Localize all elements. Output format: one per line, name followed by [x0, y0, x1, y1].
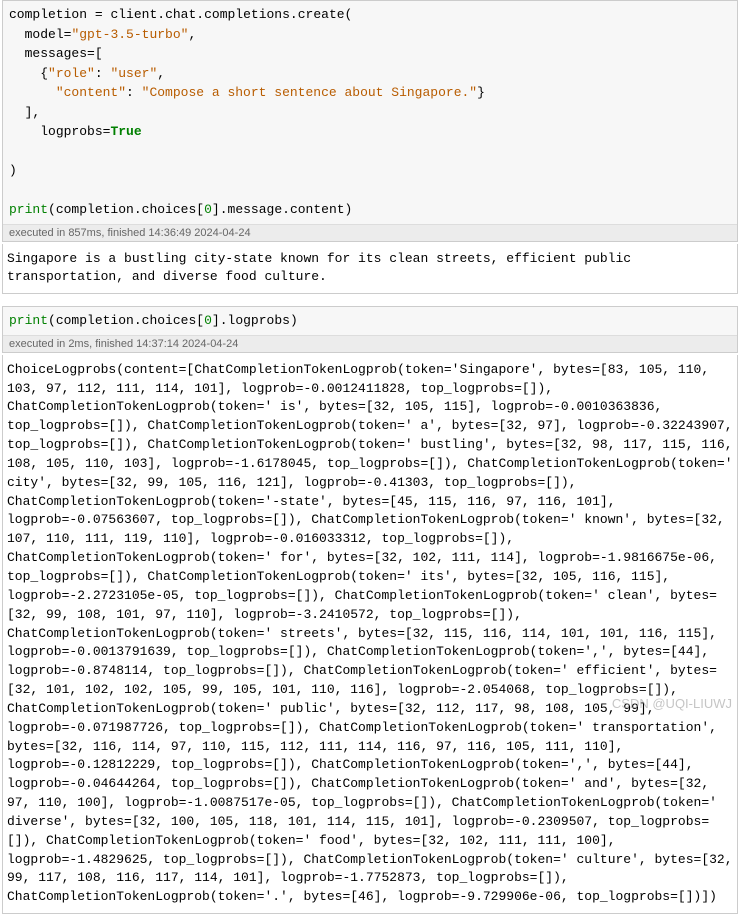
code-cell-1: completion = client.chat.completions.cre…	[2, 0, 738, 242]
output-1: Singapore is a bustling city-state known…	[2, 244, 738, 295]
exec-status-1: executed in 857ms, finished 14:36:49 202…	[3, 224, 737, 241]
code-input-1[interactable]: completion = client.chat.completions.cre…	[3, 1, 737, 224]
code-cell-2: print(completion.choices[0].logprobs) ex…	[2, 306, 738, 353]
output-2: ChoiceLogprobs(content=[ChatCompletionTo…	[2, 355, 738, 914]
code-input-2[interactable]: print(completion.choices[0].logprobs)	[3, 307, 737, 335]
exec-status-2: executed in 2ms, finished 14:37:14 2024-…	[3, 335, 737, 352]
